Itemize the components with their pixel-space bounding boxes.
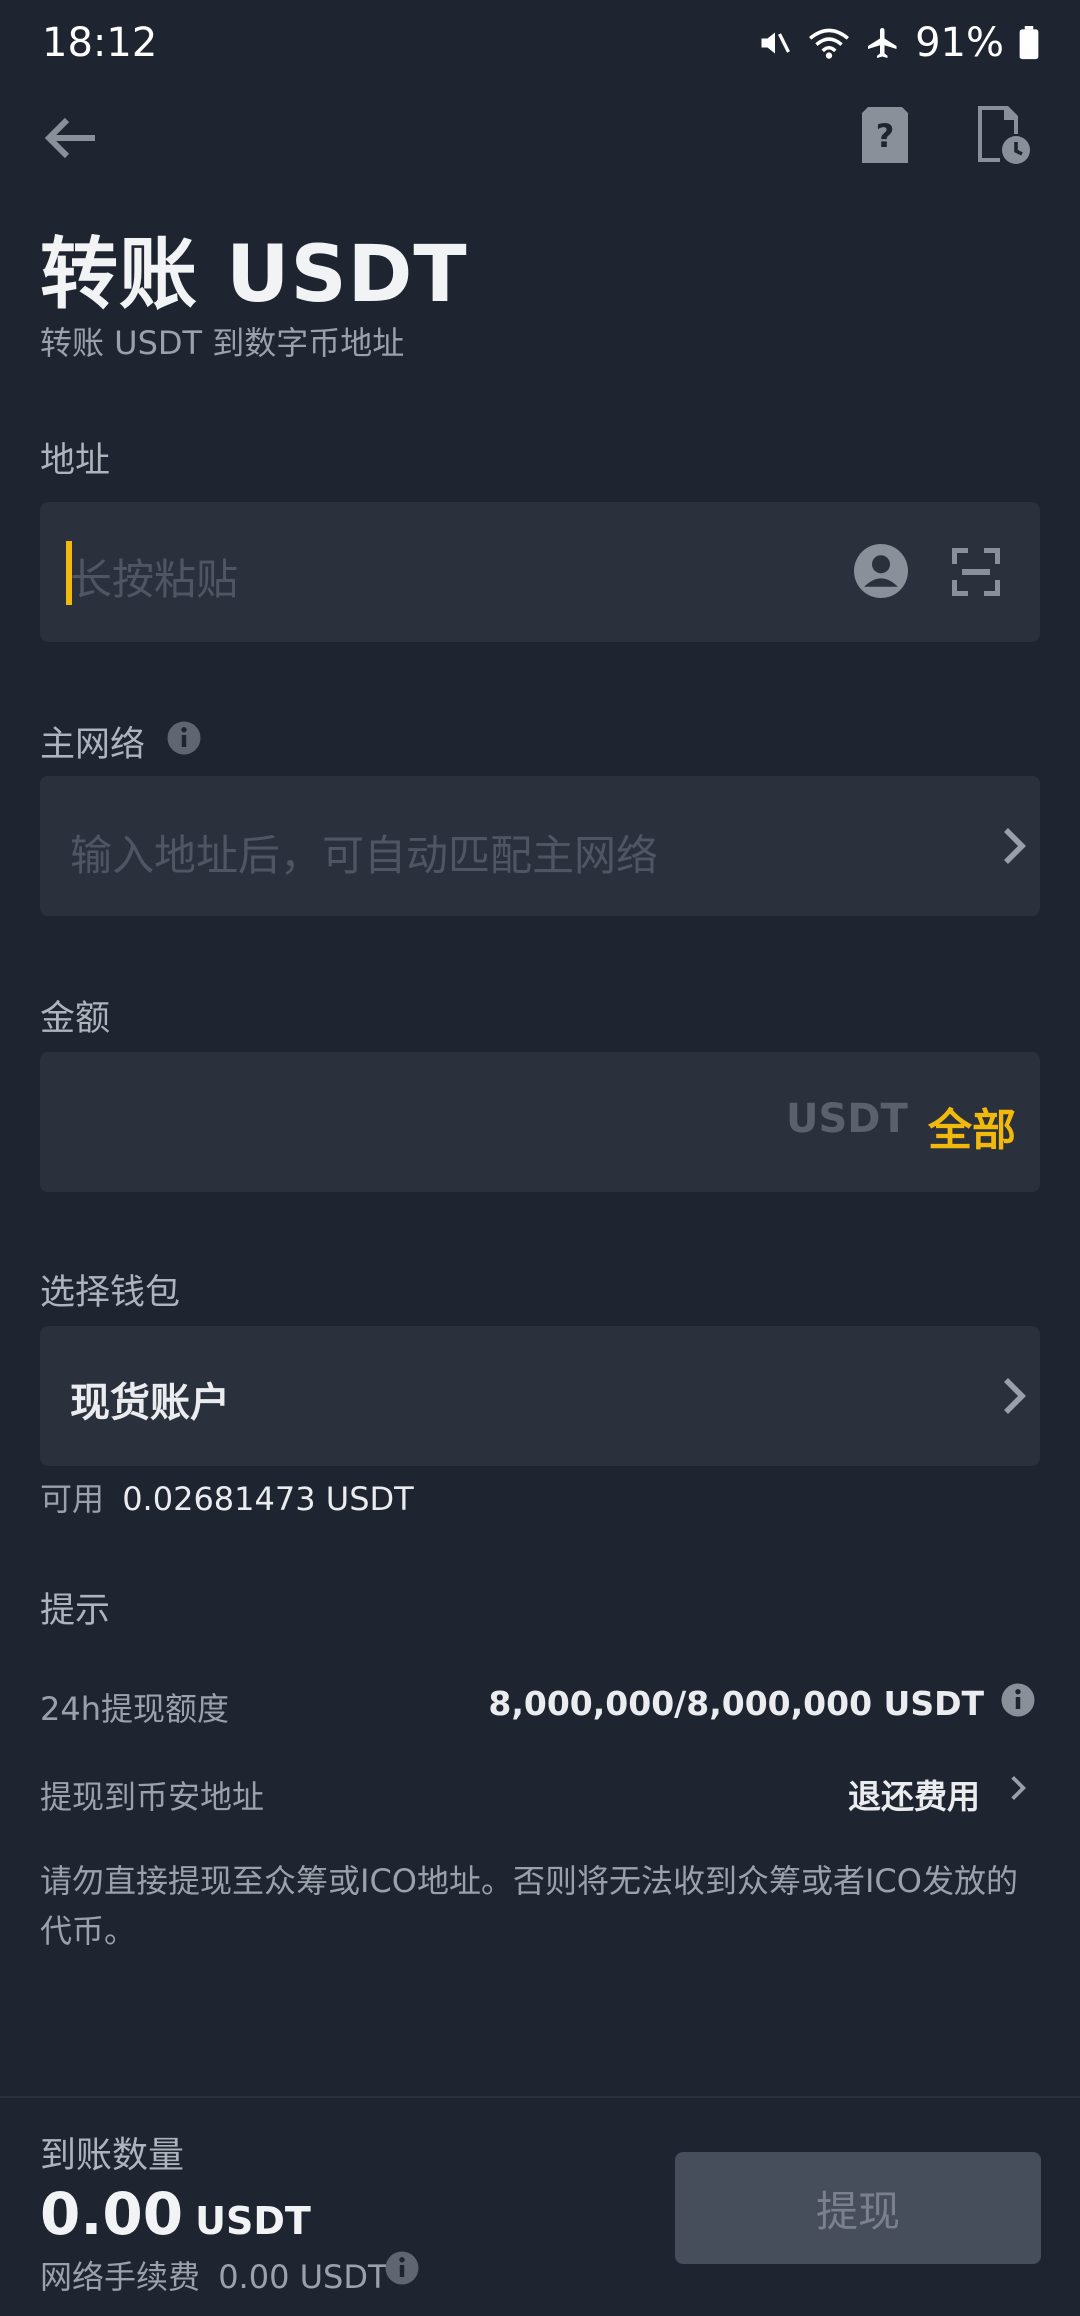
info-icon[interactable]: [166, 720, 202, 760]
battery-level: 91%: [915, 20, 1004, 66]
battery-icon: [1018, 26, 1040, 60]
available-balance: 可用 0.02681473 USDT: [40, 1474, 414, 1520]
wallet-select[interactable]: 现货账户: [40, 1326, 1040, 1466]
back-button[interactable]: [36, 110, 106, 170]
back-arrow-icon: [43, 116, 99, 164]
limit-label: 24h提现额度: [40, 1690, 230, 1728]
status-time: 18:12: [42, 20, 158, 66]
svg-text:?: ?: [876, 117, 895, 155]
info-icon[interactable]: [1000, 1682, 1036, 1722]
address-label: 地址: [40, 441, 111, 481]
amount-label: 金额: [40, 999, 111, 1039]
help-document-icon: ?: [862, 107, 908, 167]
refund-fee-link[interactable]: 退还费用: [848, 1770, 980, 1818]
status-bar: 18:12 91%: [0, 0, 1080, 90]
scan-icon[interactable]: [951, 547, 1001, 600]
available-label: 可用: [40, 1480, 105, 1518]
text-caret: [66, 541, 72, 605]
limit-value: 8,000,000/8,000,000 USDT: [488, 1684, 984, 1723]
amount-unit: USDT: [786, 1096, 908, 1142]
network-select[interactable]: 输入地址后，可自动匹配主网络: [40, 776, 1040, 916]
receive-amount: 0.00 USDT: [40, 2180, 311, 2248]
amount-all-button[interactable]: 全部: [928, 1094, 1016, 1158]
receive-label: 到账数量: [40, 2135, 185, 2176]
chevron-right-icon: [1002, 826, 1026, 870]
footer-divider: [0, 2096, 1080, 2098]
address-input[interactable]: 长按粘贴: [70, 546, 238, 607]
amount-field[interactable]: USDT 全部: [40, 1052, 1040, 1192]
fee-value: 0.00 USDT: [218, 2258, 388, 2296]
contact-icon[interactable]: [854, 544, 908, 602]
binance-address-label: 提现到币安地址: [40, 1778, 265, 1816]
info-icon[interactable]: [384, 2250, 420, 2290]
faq-button[interactable]: ?: [858, 104, 912, 170]
network-label: 主网络: [40, 725, 146, 765]
history-button[interactable]: [974, 104, 1034, 170]
withdraw-button[interactable]: 提现: [675, 2152, 1041, 2264]
fee-label: 网络手续费: [40, 2258, 201, 2296]
network-placeholder: 输入地址后，可自动匹配主网络: [70, 831, 659, 880]
wifi-icon: [807, 25, 851, 61]
ico-warning: 请勿直接提现至众筹或ICO地址。否则将无法收到众筹或者ICO发放的代币。: [40, 1862, 1018, 1950]
address-field[interactable]: 长按粘贴: [40, 502, 1040, 642]
wallet-value: 现货账户: [70, 1380, 230, 1426]
tips-label: 提示: [40, 1591, 111, 1631]
status-icons: 91%: [757, 20, 1040, 66]
available-value: 0.02681473 USDT: [122, 1480, 414, 1518]
page-subtitle: 转账 USDT 到数字币地址: [40, 324, 405, 362]
chevron-right-icon[interactable]: [1010, 1774, 1026, 1806]
wallet-label: 选择钱包: [40, 1273, 181, 1313]
network-fee: 网络手续费 0.00 USDT: [40, 2252, 388, 2298]
chevron-right-icon: [1002, 1376, 1026, 1420]
mute-icon: [757, 25, 793, 61]
receive-amount-value: 0.00: [40, 2180, 184, 2248]
airplane-icon: [865, 25, 901, 61]
receive-amount-unit: USDT: [195, 2199, 311, 2243]
page-title: 转账 USDT: [40, 230, 468, 320]
history-document-icon: [978, 106, 1030, 168]
